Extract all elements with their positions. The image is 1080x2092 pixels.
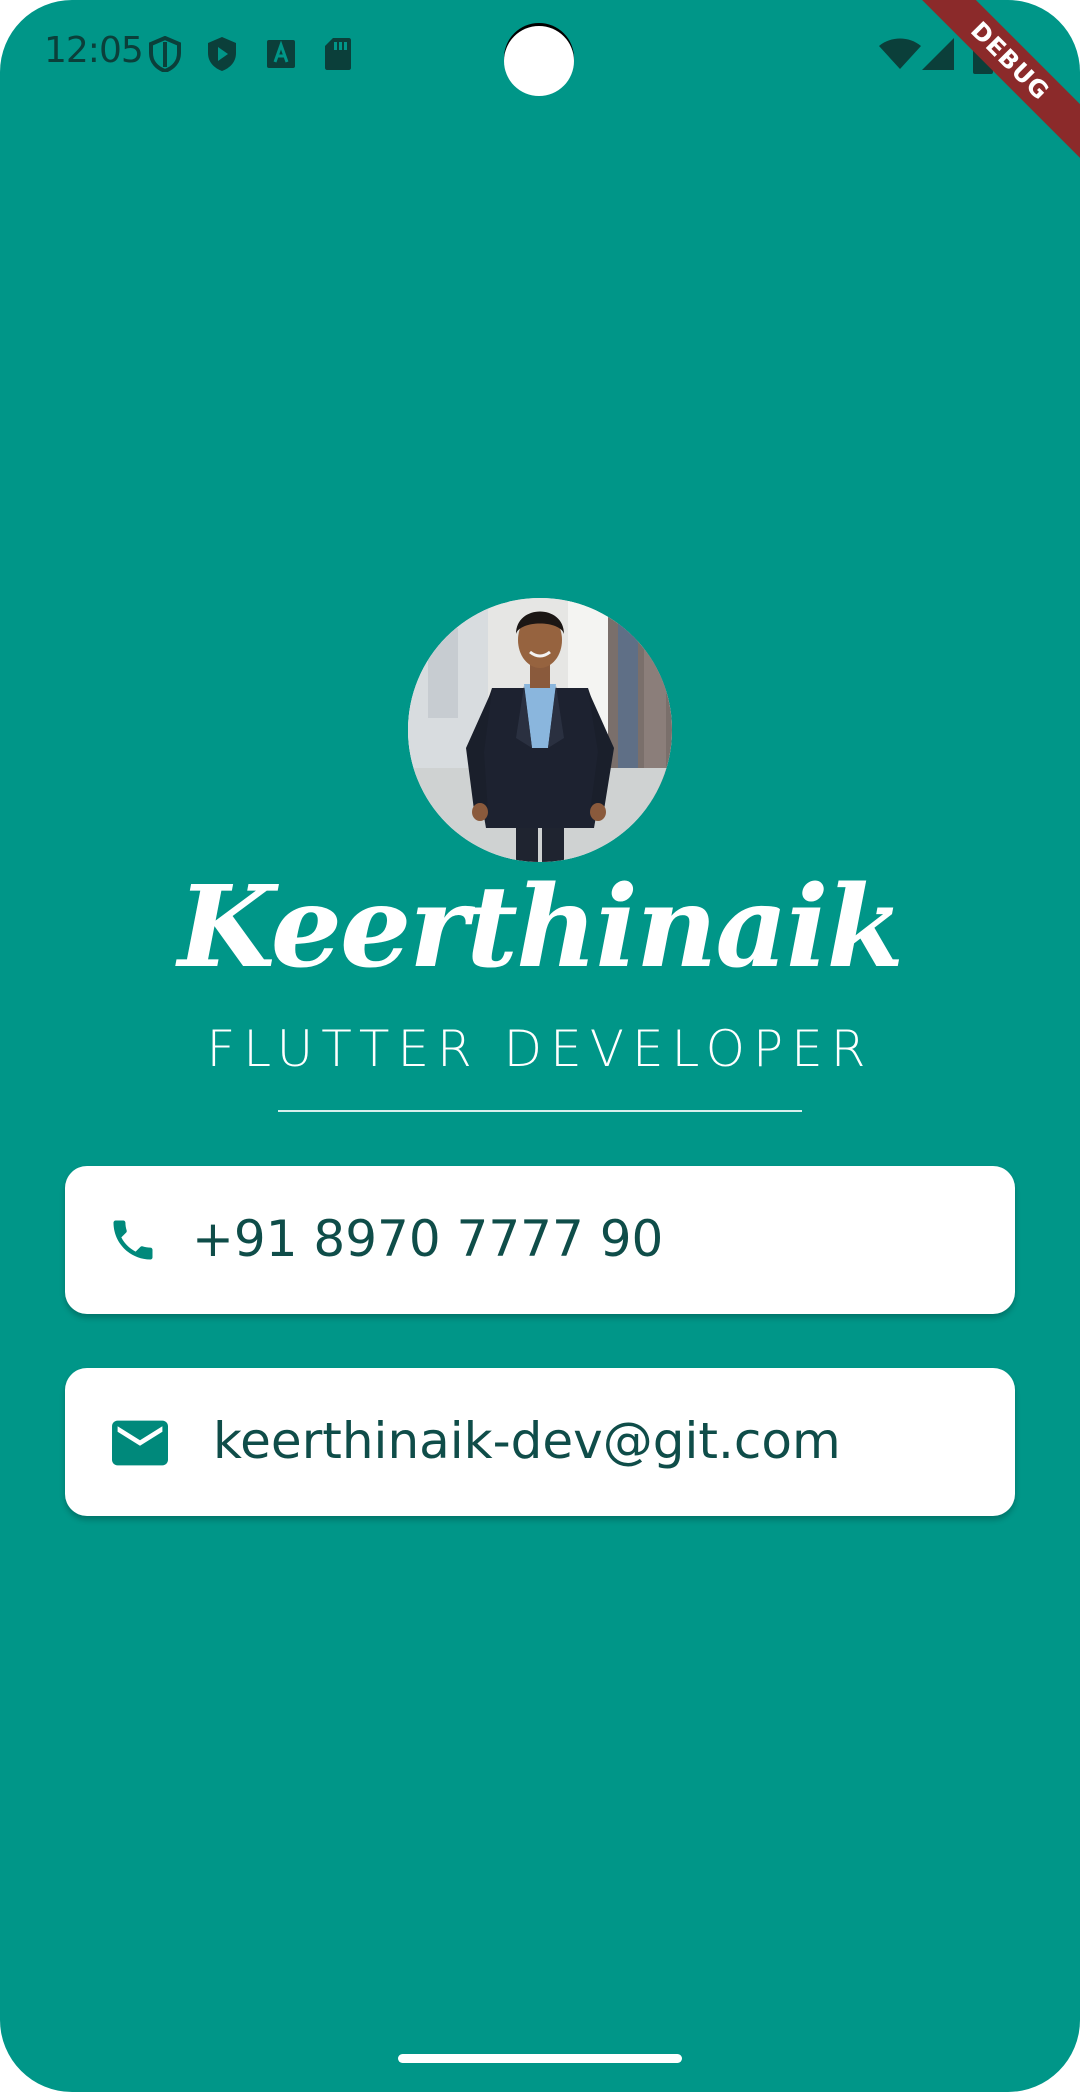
debug-banner: DEBUG [880, 0, 1080, 200]
mail-icon [112, 1420, 168, 1466]
app-screen: 12:05 DEBUG Keerthinaik FLUTTER DEVELOPE… [0, 0, 1080, 2092]
divider [278, 1110, 802, 1112]
shield-outline-icon [149, 36, 181, 72]
front-camera-cutout [504, 26, 574, 96]
email-address: keerthinaik-dev@git.com [213, 1412, 841, 1470]
email-card[interactable]: keerthinaik-dev@git.com [65, 1368, 1015, 1516]
profile-avatar [408, 598, 672, 862]
android-a-icon [267, 40, 295, 68]
sd-card-icon [325, 38, 351, 70]
profile-title: FLUTTER DEVELOPER [206, 1020, 874, 1078]
profile-name: Keerthinaik [177, 862, 904, 993]
phone-icon [113, 1220, 153, 1260]
status-time: 12:05 [44, 30, 144, 71]
phone-number: +91 8970 7777 90 [192, 1210, 664, 1268]
home-indicator[interactable] [398, 2054, 682, 2063]
debug-banner-label: DEBUG [897, 0, 1080, 174]
phone-card[interactable]: +91 8970 7777 90 [65, 1166, 1015, 1314]
status-bar: 12:05 DEBUG [0, 0, 1080, 174]
profile-photo [408, 598, 672, 862]
play-protect-icon [208, 37, 236, 71]
